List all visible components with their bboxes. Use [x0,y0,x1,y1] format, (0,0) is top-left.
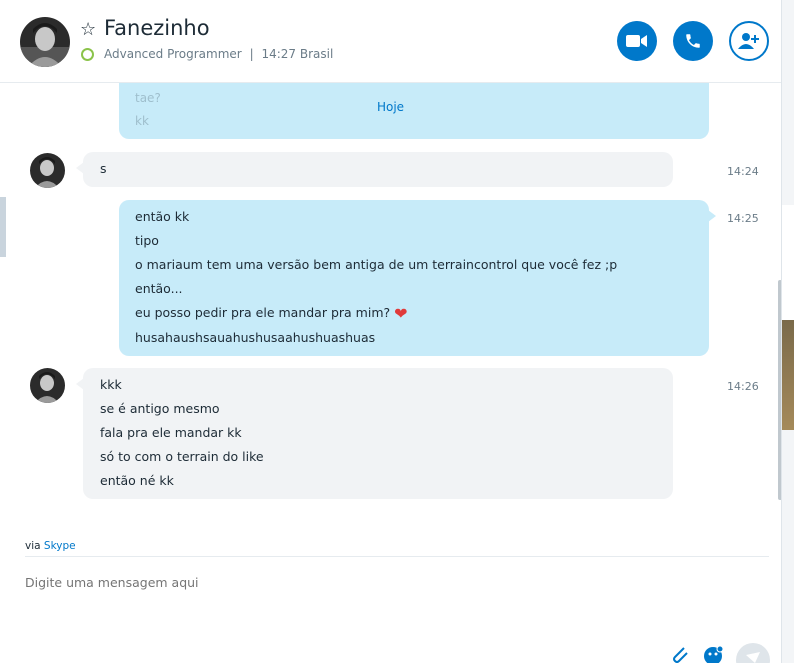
compose-divider [25,556,769,557]
favorite-star-icon[interactable]: ☆ [80,20,96,40]
message-line: s [100,161,107,176]
add-people-button[interactable] [729,21,769,61]
message-history[interactable]: tae? kk Hoje s 14:24 então kk tipo o mar… [0,83,781,533]
right-panel-strip [782,205,794,320]
message-input[interactable] [25,575,725,590]
add-person-icon [738,33,759,49]
previous-message-line: kk [135,114,149,128]
right-panel-image [782,320,794,430]
message-timestamp: 14:24 [727,165,759,178]
message-bubble-incoming[interactable]: s [76,152,673,187]
message-line: eu posso pedir pra ele mandar pra mim? [135,305,391,320]
message-line: então né kk [100,473,174,488]
message-line: fala pra ele mandar kk [100,425,242,440]
message-line-with-emoji: eu posso pedir pra ele mandar pra mim? ❤ [135,301,693,326]
message-line: o mariaum tem uma versão bem antiga de u… [135,257,618,272]
conversation-header: ☆ Fanezinho Advanced Programmer | 14:27 … [0,0,781,83]
contact-status-line: Advanced Programmer | 14:27 Brasil [104,47,333,61]
contact-avatar[interactable] [20,17,70,67]
phone-icon [686,34,700,48]
message-line: kkk [100,377,122,392]
message-line: então kk [135,209,190,224]
sender-avatar[interactable] [30,368,65,403]
message-line: só to com o terrain do like [100,449,264,464]
sender-avatar[interactable] [30,153,65,188]
contact-local-time: 14:27 Brasil [261,47,334,61]
via-service-label: via Skype [25,540,76,552]
video-camera-icon [626,35,647,47]
contact-name: Fanezinho [104,16,210,40]
video-call-button[interactable] [617,21,657,61]
right-side-panel [781,0,794,663]
date-divider: Hoje [376,100,405,114]
via-prefix: via [25,540,41,552]
audio-call-button[interactable] [673,21,713,61]
status-separator: | [249,47,254,61]
message-bubble-outgoing[interactable]: então kk tipo o mariaum tem uma versão b… [119,200,716,356]
message-line: tipo [135,233,159,248]
emoticon-icon[interactable] [703,646,723,663]
send-message-icon[interactable] [736,643,770,663]
skype-link[interactable]: Skype [44,540,76,552]
message-line: então... [135,281,183,296]
message-line: husahaushsauahushusaahushuashuas [135,330,376,345]
message-bubble-incoming[interactable]: kkk se é antigo mesmo fala pra ele manda… [76,368,673,499]
online-status-icon [81,48,94,61]
message-timestamp: 14:25 [727,212,759,225]
message-line: se é antigo mesmo [100,401,220,416]
contact-mood: Advanced Programmer [104,47,242,61]
attach-file-icon[interactable] [670,646,690,663]
heart-emoji-icon: ❤ [394,304,408,323]
chat-scrollbar[interactable] [778,280,781,500]
message-timestamp: 14:26 [727,380,759,393]
